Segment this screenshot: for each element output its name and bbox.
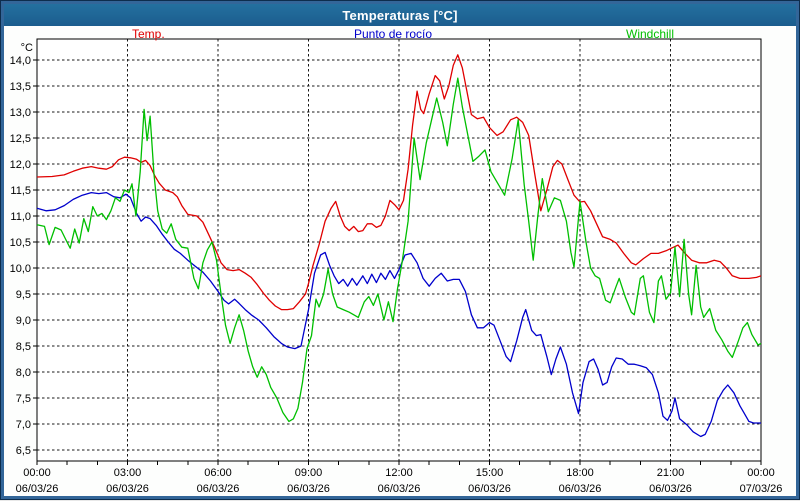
svg-text:06/03/26: 06/03/26 (197, 483, 240, 495)
window-frame: Temperaturas [°C] 6,5 7,0 7,5 8,0 8,5 9,0 9,5 1… (1, 1, 799, 499)
svg-text:12,0: 12,0 (10, 159, 31, 171)
legend-item-temp: Temp. (132, 27, 165, 41)
svg-text:9,0: 9,0 (16, 315, 31, 327)
svg-text:11,0: 11,0 (10, 211, 31, 223)
svg-text:06/03/26: 06/03/26 (106, 483, 149, 495)
svg-text:8,0: 8,0 (16, 367, 31, 379)
svg-text:12,5: 12,5 (10, 133, 31, 145)
svg-text:10,0: 10,0 (10, 263, 31, 275)
svg-text:10,5: 10,5 (10, 237, 31, 249)
app-window: Temperaturas [°C] 6,5 7,0 7,5 8,0 8,5 9,0 9,5 1… (0, 0, 800, 500)
svg-text:06:00: 06:00 (204, 467, 232, 479)
svg-text:11,5: 11,5 (10, 185, 31, 197)
svg-text:06/03/26: 06/03/26 (378, 483, 421, 495)
svg-text:06/03/26: 06/03/26 (468, 483, 511, 495)
svg-text:6,5: 6,5 (16, 445, 31, 457)
svg-text:7,0: 7,0 (16, 419, 31, 431)
svg-text:06/03/26: 06/03/26 (287, 483, 330, 495)
window-title: Temperaturas [°C] (342, 8, 457, 23)
window-titlebar: Temperaturas [°C] (4, 4, 796, 26)
svg-text:00:00: 00:00 (23, 467, 51, 479)
svg-text:06/03/26: 06/03/26 (16, 483, 59, 495)
svg-text:09:00: 09:00 (295, 467, 323, 479)
legend-item-windchill: Windchill (626, 27, 674, 41)
svg-text:14,0: 14,0 (10, 55, 31, 67)
svg-text:13,5: 13,5 (10, 81, 31, 93)
svg-text:°C: °C (21, 42, 33, 54)
svg-text:13,0: 13,0 (10, 107, 31, 119)
svg-text:06/03/26: 06/03/26 (649, 483, 692, 495)
svg-text:15:00: 15:00 (476, 467, 504, 479)
svg-text:12:00: 12:00 (385, 467, 413, 479)
svg-text:03:00: 03:00 (114, 467, 142, 479)
svg-text:00:00: 00:00 (747, 467, 775, 479)
svg-text:18:00: 18:00 (566, 467, 594, 479)
svg-text:07/03/26: 07/03/26 (740, 483, 783, 495)
svg-text:7,5: 7,5 (16, 393, 31, 405)
svg-text:21:00: 21:00 (657, 467, 685, 479)
svg-text:06/03/26: 06/03/26 (559, 483, 602, 495)
chart-legend: Temp. Punto de rocío Windchill (4, 27, 796, 42)
chart-container: 6,5 7,0 7,5 8,0 8,5 9,0 9,5 10,0 10,5 11,0 11,5 12,… (4, 26, 796, 496)
svg-text:8,5: 8,5 (16, 341, 31, 353)
svg-text:9,5: 9,5 (16, 289, 31, 301)
temperature-chart: 6,5 7,0 7,5 8,0 8,5 9,0 9,5 10,0 10,5 11,0 11,5 12,… (4, 26, 796, 496)
legend-item-dew-point: Punto de rocío (354, 27, 432, 41)
